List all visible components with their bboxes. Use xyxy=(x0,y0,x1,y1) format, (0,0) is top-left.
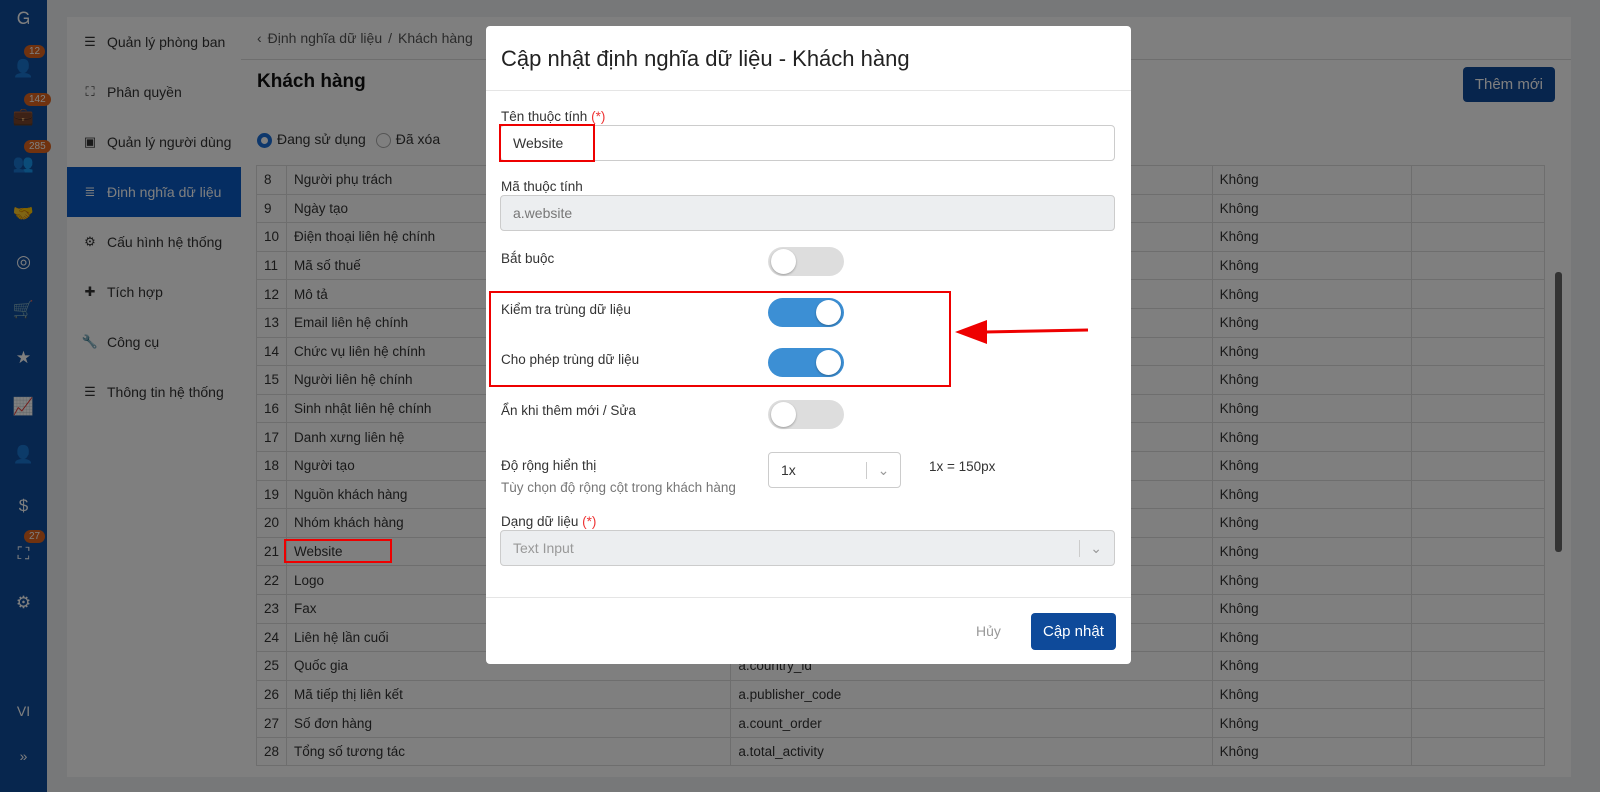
code-label: Mã thuộc tính xyxy=(501,179,583,194)
required-toggle[interactable] xyxy=(768,247,844,276)
cancel-button[interactable]: Hủy xyxy=(976,623,1001,639)
highlight-toggles xyxy=(489,291,951,387)
chevron-down-icon: ⌄ xyxy=(866,461,900,479)
width-select[interactable]: 1x ⌄ xyxy=(768,452,901,488)
hide-toggle[interactable] xyxy=(768,400,844,429)
name-label: Tên thuộc tính (*) xyxy=(501,109,606,124)
highlight-row-website xyxy=(284,539,392,563)
width-note: 1x = 150px xyxy=(929,459,996,474)
type-select: Text Input ⌄ xyxy=(500,530,1115,566)
update-button[interactable]: Cập nhật xyxy=(1031,613,1116,650)
width-help: Tùy chọn độ rộng cột trong khách hàng xyxy=(501,480,736,495)
modal-footer: Hủy Cập nhật xyxy=(486,597,1131,664)
hide-label: Ẩn khi thêm mới / Sửa xyxy=(501,403,636,418)
code-input: a.website xyxy=(500,195,1115,231)
highlight-name-input xyxy=(499,124,595,162)
type-label: Dạng dữ liệu (*) xyxy=(501,514,597,529)
width-label: Độ rộng hiển thị xyxy=(501,458,597,473)
required-label: Bắt buộc xyxy=(501,251,555,266)
modal-title: Cập nhật định nghĩa dữ liệu - Khách hàng xyxy=(486,26,1131,91)
chevron-down-icon: ⌄ xyxy=(1079,539,1102,557)
width-value: 1x xyxy=(781,462,796,478)
arrow-annotation-icon xyxy=(955,320,1089,344)
